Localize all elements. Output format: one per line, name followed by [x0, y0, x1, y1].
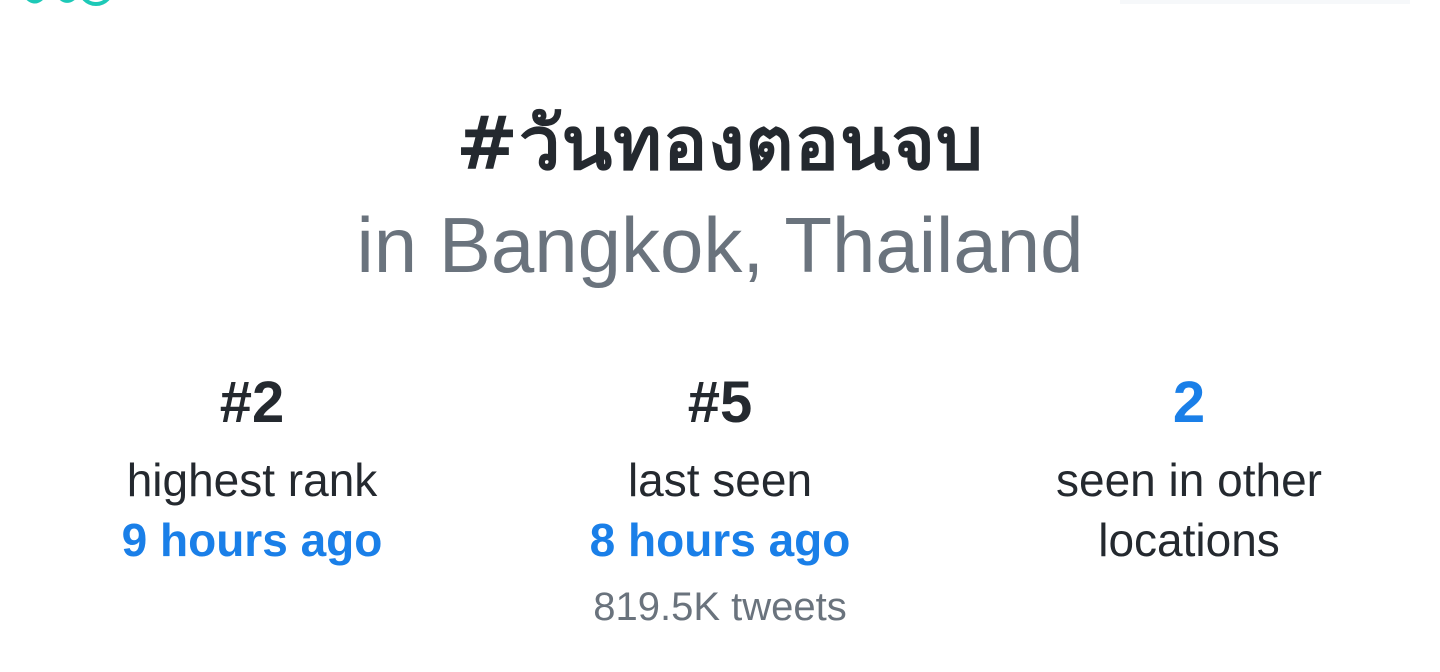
other-locations-stat[interactable]: 2 seen in other locations — [979, 370, 1399, 570]
last-seen-time: 8 hours ago — [589, 514, 851, 566]
highest-rank-label: highest rank — [126, 454, 378, 506]
highest-rank-time: 9 hours ago — [121, 514, 383, 566]
highest-rank-value: #2 — [219, 370, 285, 435]
last-seen-stat: #5 last seen 8 hours ago 819.5K tweets — [510, 370, 930, 634]
app-logo-icon[interactable] — [12, 0, 132, 8]
highest-rank-stat: #2 highest rank 9 hours ago — [42, 370, 462, 570]
last-seen-value: #5 — [687, 370, 753, 435]
header-divider — [1120, 0, 1410, 4]
other-locations-label: seen in other locations — [1056, 454, 1322, 566]
trend-location: in Bangkok, Thailand — [356, 201, 1084, 289]
last-seen-label: last seen — [627, 454, 813, 506]
trend-hashtag: #วันทองตอนจบ — [456, 101, 984, 187]
other-locations-value[interactable]: 2 — [979, 370, 1399, 436]
trend-header: #วันทองตอนจบ in Bangkok, Thailand — [0, 92, 1440, 290]
trend-stats: #2 highest rank 9 hours ago #5 last seen… — [0, 370, 1440, 660]
tweet-count: 819.5K tweets — [593, 585, 847, 629]
